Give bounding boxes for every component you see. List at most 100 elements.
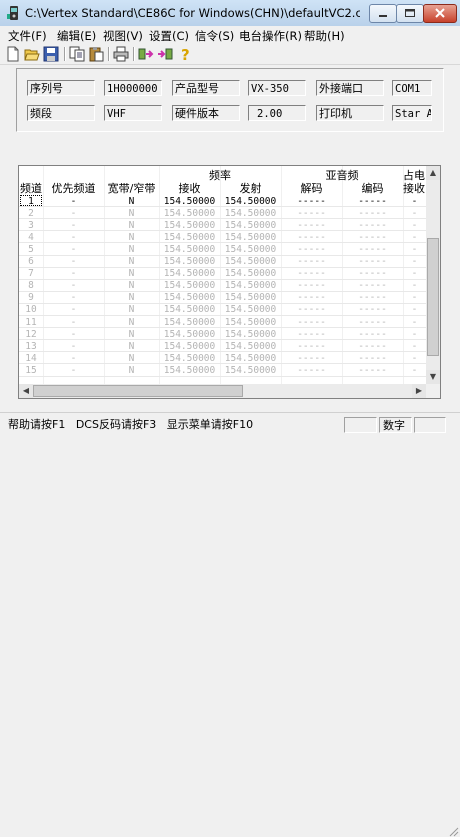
cell-busy[interactable]: - bbox=[403, 232, 426, 243]
cell-tx[interactable]: 154.50000 bbox=[220, 280, 281, 291]
cell-ch[interactable]: 8 bbox=[19, 280, 43, 291]
cell-tx[interactable]: 154.50000 bbox=[220, 208, 281, 219]
help-icon[interactable]: ? bbox=[177, 46, 193, 62]
cell-pri[interactable]: - bbox=[43, 365, 104, 376]
cell-dec[interactable]: ----- bbox=[281, 304, 342, 315]
new-icon[interactable] bbox=[5, 46, 21, 62]
cell-busy[interactable]: - bbox=[403, 256, 426, 267]
cell-dec[interactable]: ----- bbox=[281, 365, 342, 376]
print-icon[interactable] bbox=[113, 46, 129, 62]
cell-bw[interactable]: N bbox=[104, 268, 159, 279]
cell-pri[interactable]: - bbox=[43, 353, 104, 364]
cell-tx[interactable]: 154.50000 bbox=[220, 365, 281, 376]
cell-enc[interactable]: ----- bbox=[342, 232, 403, 243]
cell-enc[interactable]: ----- bbox=[342, 353, 403, 364]
cell-busy[interactable]: - bbox=[403, 317, 426, 328]
cell-busy[interactable]: - bbox=[403, 341, 426, 352]
cell-tx[interactable]: 154.50000 bbox=[220, 268, 281, 279]
cell-dec[interactable]: ----- bbox=[281, 256, 342, 267]
cell-ch[interactable]: 2 bbox=[19, 208, 43, 219]
cell-bw[interactable]: N bbox=[104, 353, 159, 364]
cell-ch[interactable]: 6 bbox=[19, 256, 43, 267]
menu-signaling[interactable]: 信令(S) bbox=[195, 28, 234, 44]
cell-enc[interactable]: ----- bbox=[342, 220, 403, 231]
cell-pri[interactable]: - bbox=[43, 304, 104, 315]
cell-rx[interactable]: 154.50000 bbox=[159, 220, 220, 231]
cell-rx[interactable]: 154.50000 bbox=[159, 304, 220, 315]
save-icon[interactable] bbox=[43, 46, 59, 62]
cell-ch[interactable]: 15 bbox=[19, 365, 43, 376]
cell-tx[interactable]: 154.50000 bbox=[220, 196, 281, 207]
cell-pri[interactable]: - bbox=[43, 292, 104, 303]
horizontal-scroll-thumb[interactable] bbox=[33, 385, 243, 397]
cell-enc[interactable]: ----- bbox=[342, 208, 403, 219]
cell-ch[interactable]: 7 bbox=[19, 268, 43, 279]
cell-rx[interactable]: 154.50000 bbox=[159, 256, 220, 267]
minimize-button[interactable] bbox=[369, 4, 397, 23]
cell-dec[interactable]: ----- bbox=[281, 292, 342, 303]
menu-file[interactable]: 文件(F) bbox=[8, 28, 47, 44]
open-icon[interactable] bbox=[24, 46, 40, 62]
write-radio-icon[interactable] bbox=[157, 46, 173, 62]
copy-icon[interactable] bbox=[69, 46, 85, 62]
cell-tx[interactable]: 154.50000 bbox=[220, 329, 281, 340]
cell-enc[interactable]: ----- bbox=[342, 292, 403, 303]
cell-dec[interactable]: ----- bbox=[281, 268, 342, 279]
cell-tx[interactable]: 154.50000 bbox=[220, 353, 281, 364]
cell-pri[interactable]: - bbox=[43, 341, 104, 352]
cell-enc[interactable]: ----- bbox=[342, 244, 403, 255]
menu-help[interactable]: 帮助(H) bbox=[304, 28, 345, 44]
cell-tx[interactable]: 154.50000 bbox=[220, 292, 281, 303]
cell-enc[interactable]: ----- bbox=[342, 256, 403, 267]
cell-bw[interactable]: N bbox=[104, 232, 159, 243]
cell-tx[interactable]: 154.50000 bbox=[220, 232, 281, 243]
cell-pri[interactable]: - bbox=[43, 232, 104, 243]
cell-pri[interactable]: - bbox=[43, 268, 104, 279]
vertical-scroll-thumb[interactable] bbox=[427, 238, 439, 356]
cell-busy[interactable]: - bbox=[403, 220, 426, 231]
cell-bw[interactable]: N bbox=[104, 256, 159, 267]
cell-rx[interactable]: 154.50000 bbox=[159, 244, 220, 255]
cell-ch[interactable]: 10 bbox=[19, 304, 43, 315]
cell-busy[interactable]: - bbox=[403, 208, 426, 219]
cell-dec[interactable]: ----- bbox=[281, 353, 342, 364]
cell-pri[interactable]: - bbox=[43, 280, 104, 291]
cell-enc[interactable]: ----- bbox=[342, 329, 403, 340]
cell-ch[interactable]: 12 bbox=[19, 329, 43, 340]
cell-tx[interactable]: 154.50000 bbox=[220, 244, 281, 255]
cell-ch[interactable]: 5 bbox=[19, 244, 43, 255]
cell-ch[interactable]: 4 bbox=[19, 232, 43, 243]
scroll-right-icon[interactable]: ▶ bbox=[412, 384, 426, 398]
cell-tx[interactable]: 154.50000 bbox=[220, 341, 281, 352]
cell-rx[interactable]: 154.50000 bbox=[159, 329, 220, 340]
cell-rx[interactable]: 154.50000 bbox=[159, 292, 220, 303]
title-bar[interactable]: C:\Vertex Standard\CE86C for Windows(CHN… bbox=[0, 0, 460, 26]
cell-ch[interactable]: 14 bbox=[19, 353, 43, 364]
cell-tx[interactable]: 154.50000 bbox=[220, 317, 281, 328]
cell-dec[interactable]: ----- bbox=[281, 232, 342, 243]
cell-dec[interactable]: ----- bbox=[281, 341, 342, 352]
cell-rx[interactable]: 154.50000 bbox=[159, 268, 220, 279]
cell-dec[interactable]: ----- bbox=[281, 280, 342, 291]
read-radio-icon[interactable] bbox=[138, 46, 154, 62]
cell-bw[interactable]: N bbox=[104, 292, 159, 303]
cell-busy[interactable]: - bbox=[403, 244, 426, 255]
scroll-left-icon[interactable]: ◀ bbox=[19, 384, 33, 398]
cell-rx[interactable]: 154.50000 bbox=[159, 353, 220, 364]
cell-bw[interactable]: N bbox=[104, 196, 159, 207]
cell-rx[interactable]: 154.50000 bbox=[159, 341, 220, 352]
paste-icon[interactable] bbox=[88, 46, 104, 62]
cell-rx[interactable]: 154.50000 bbox=[159, 196, 220, 207]
cell-bw[interactable]: N bbox=[104, 244, 159, 255]
cell-ch[interactable]: 11 bbox=[19, 317, 43, 328]
cell-busy[interactable]: - bbox=[403, 280, 426, 291]
cell-rx[interactable]: 154.50000 bbox=[159, 208, 220, 219]
cell-bw[interactable]: N bbox=[104, 304, 159, 315]
cell-pri[interactable]: - bbox=[43, 244, 104, 255]
vertical-scrollbar[interactable]: ▲ ▼ bbox=[426, 166, 440, 384]
cell-rx[interactable]: 154.50000 bbox=[159, 280, 220, 291]
cell-enc[interactable]: ----- bbox=[342, 268, 403, 279]
resize-grip-icon[interactable] bbox=[447, 825, 459, 837]
scroll-down-icon[interactable]: ▼ bbox=[426, 370, 440, 384]
cell-bw[interactable]: N bbox=[104, 329, 159, 340]
